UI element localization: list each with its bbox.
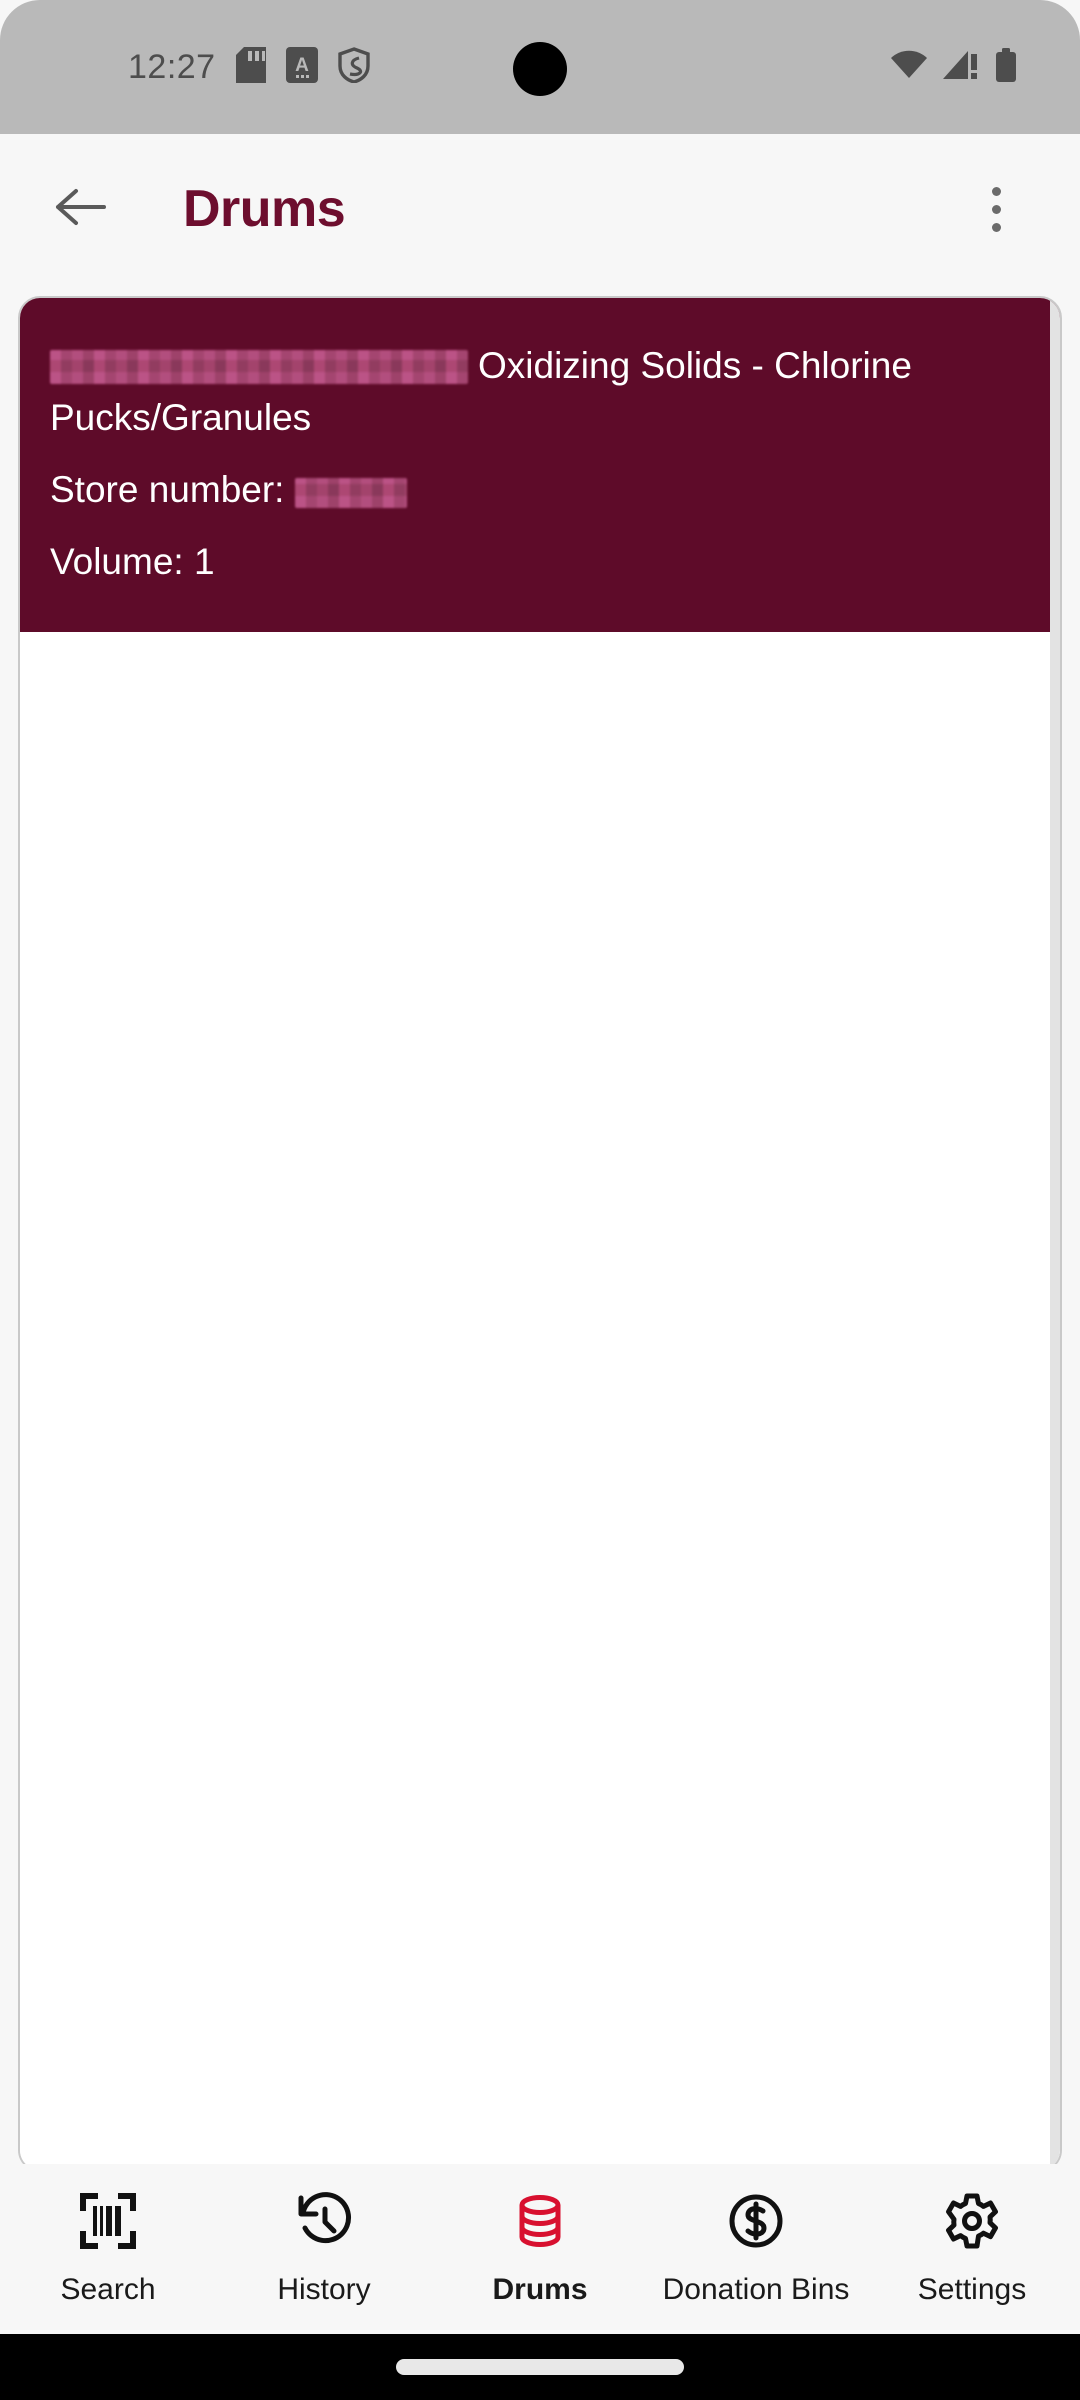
back-arrow-icon: [54, 186, 106, 233]
overflow-menu-icon-dot3: [991, 222, 1001, 232]
battery-icon: [994, 47, 1018, 87]
a-badge-icon: A: [285, 46, 318, 88]
barcode-scan-icon: [79, 2192, 137, 2255]
timestamp-redacted: [50, 350, 468, 384]
drum-list-item[interactable]: Oxidizing Solids - Chlorine Pucks/Granul…: [20, 298, 1060, 632]
nav-label-search: Search: [60, 2272, 156, 2306]
drums-list-container: Oxidizing Solids - Chlorine Pucks/Granul…: [18, 296, 1062, 2172]
nav-label-history: History: [277, 2272, 371, 2306]
svg-text:A: A: [295, 55, 309, 76]
nav-item-settings[interactable]: Settings: [864, 2192, 1080, 2307]
dollar-circle-icon: [727, 2192, 785, 2255]
store-number-line: Store number:: [50, 464, 1030, 516]
status-bar-right: [890, 47, 1018, 87]
page-title: Drums: [183, 180, 346, 238]
status-bar-left: 12:27 A: [128, 46, 370, 88]
overflow-menu-button[interactable]: [964, 173, 1028, 245]
nav-item-search[interactable]: Search: [0, 2192, 216, 2307]
store-number-redacted: [294, 478, 407, 508]
front-camera-cutout: [513, 42, 567, 96]
sd-card-icon: [235, 46, 266, 88]
database-drum-icon: [511, 2192, 569, 2255]
bottom-navigation-bar: Search History Drums Donation Bins Setti…: [0, 2164, 1080, 2334]
gear-icon: [943, 2192, 1001, 2255]
overflow-menu-icon: [991, 186, 1001, 196]
vertical-scrollbar[interactable]: [1050, 298, 1060, 2170]
nav-label-drums: Drums: [492, 2272, 588, 2306]
overflow-menu-icon-dot2: [991, 204, 1001, 214]
home-gesture-pill[interactable]: [396, 2359, 684, 2375]
history-clock-icon: [295, 2191, 353, 2255]
status-bar: 12:27 A: [0, 0, 1080, 134]
back-button[interactable]: [48, 177, 112, 241]
app-bar: Drums: [0, 134, 1080, 284]
nav-label-settings: Settings: [917, 2272, 1027, 2306]
nav-item-history[interactable]: History: [216, 2191, 432, 2307]
nav-item-drums[interactable]: Drums: [432, 2192, 648, 2307]
nav-label-donation-bins: Donation Bins: [662, 2272, 850, 2306]
system-gesture-bar: [0, 2334, 1080, 2400]
drums-empty-area: [20, 632, 1060, 2170]
cellular-signal-warning-icon: [942, 50, 980, 85]
drum-title-line: Oxidizing Solids - Chlorine Pucks/Granul…: [50, 340, 1030, 444]
store-number-label: Store number:: [50, 469, 285, 510]
phone-screen: 12:27 A Drums Oxidizing Solids - Chlorin…: [0, 0, 1080, 2400]
volume-label: Volume: 1: [50, 541, 215, 582]
status-bar-clock: 12:27: [128, 47, 216, 86]
nav-item-donation-bins[interactable]: Donation Bins: [648, 2192, 864, 2307]
shield-icon: [337, 46, 370, 88]
wifi-icon: [890, 50, 928, 85]
